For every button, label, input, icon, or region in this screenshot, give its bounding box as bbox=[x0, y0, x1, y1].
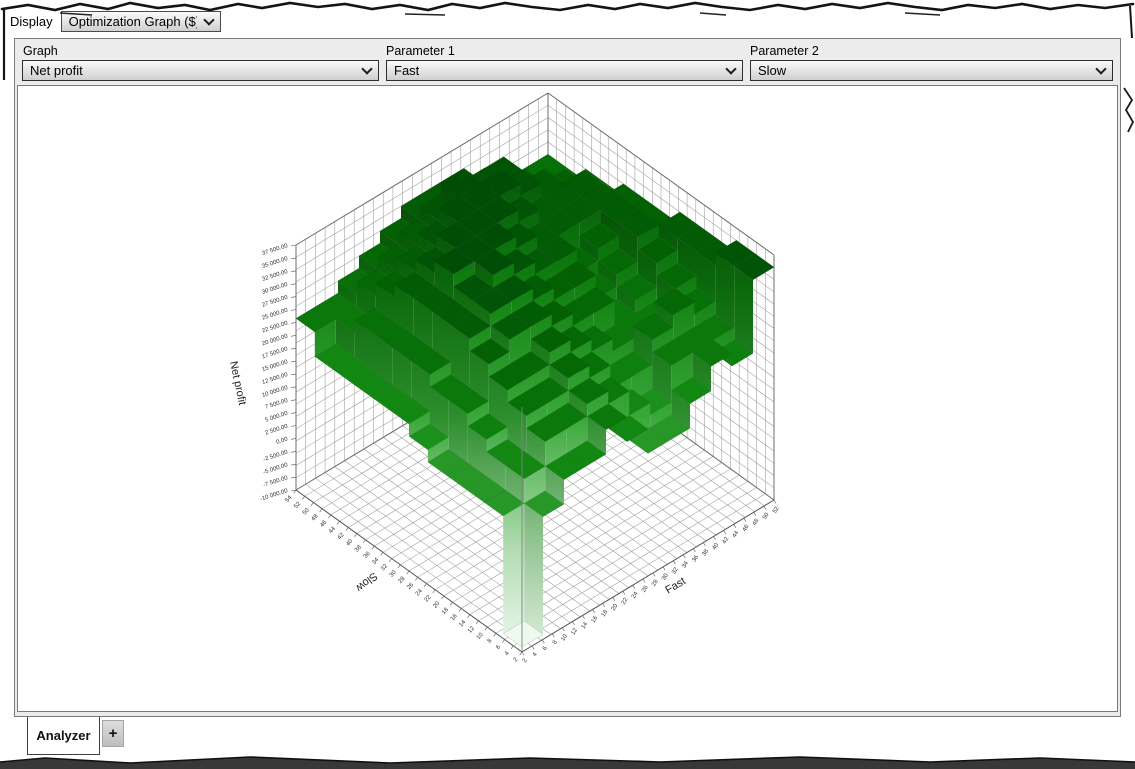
display-dropdown-value: Optimization Graph ($) bbox=[69, 14, 197, 29]
graph-dropdown[interactable]: Net profit bbox=[22, 60, 379, 81]
svg-text:22: 22 bbox=[424, 594, 433, 603]
svg-text:8: 8 bbox=[552, 639, 559, 646]
svg-text:42: 42 bbox=[722, 536, 731, 545]
app-window: Display Optimization Graph ($) Graph Net… bbox=[0, 0, 1135, 769]
optimization-graph-area[interactable]: 37 500.0035 000.0032 500.0030 000.0027 5… bbox=[17, 85, 1118, 712]
settings-panel: Graph Net profit Parameter 1 Fast Parame… bbox=[14, 38, 1121, 717]
svg-text:18: 18 bbox=[441, 607, 450, 616]
svg-text:40: 40 bbox=[345, 538, 354, 547]
svg-text:-2 500.00: -2 500.00 bbox=[263, 449, 290, 463]
chevron-down-icon bbox=[361, 63, 372, 74]
svg-text:20 000.00: 20 000.00 bbox=[261, 333, 289, 347]
svg-text:32 500.00: 32 500.00 bbox=[261, 269, 289, 283]
svg-text:0.00: 0.00 bbox=[276, 436, 290, 446]
svg-text:10: 10 bbox=[476, 631, 485, 640]
svg-text:26: 26 bbox=[406, 582, 415, 591]
svg-text:8: 8 bbox=[487, 638, 494, 645]
add-tab-button[interactable]: + bbox=[102, 720, 124, 747]
svg-text:4: 4 bbox=[504, 650, 511, 657]
display-dropdown[interactable]: Optimization Graph ($) bbox=[61, 11, 221, 32]
svg-text:22 500.00: 22 500.00 bbox=[261, 320, 289, 334]
svg-text:36: 36 bbox=[691, 554, 700, 563]
svg-text:20: 20 bbox=[432, 600, 441, 609]
display-label: Display bbox=[10, 14, 53, 29]
svg-text:16: 16 bbox=[450, 613, 459, 622]
svg-text:22: 22 bbox=[621, 597, 630, 606]
svg-text:12: 12 bbox=[467, 625, 476, 634]
chevron-down-icon bbox=[725, 63, 736, 74]
svg-text:14: 14 bbox=[458, 619, 467, 628]
svg-text:42: 42 bbox=[337, 532, 346, 541]
svg-text:26: 26 bbox=[641, 584, 650, 593]
svg-text:2: 2 bbox=[513, 656, 520, 663]
chevron-down-icon bbox=[1095, 63, 1106, 74]
svg-text:24: 24 bbox=[631, 590, 640, 599]
svg-text:25 000.00: 25 000.00 bbox=[261, 307, 289, 321]
chevron-down-icon bbox=[203, 14, 214, 25]
svg-text:6: 6 bbox=[495, 644, 502, 651]
parameter2-label: Parameter 2 bbox=[750, 44, 819, 58]
tab-analyzer[interactable]: Analyzer bbox=[27, 717, 100, 755]
svg-text:10 000.00: 10 000.00 bbox=[261, 385, 289, 399]
svg-text:46: 46 bbox=[742, 524, 751, 533]
svg-text:38: 38 bbox=[354, 544, 363, 553]
graph-label: Graph bbox=[23, 44, 58, 58]
svg-text:10: 10 bbox=[560, 633, 569, 642]
svg-text:28: 28 bbox=[651, 578, 660, 587]
svg-text:34: 34 bbox=[681, 560, 690, 569]
svg-text:54: 54 bbox=[285, 494, 294, 503]
svg-text:14: 14 bbox=[581, 621, 590, 630]
svg-text:30: 30 bbox=[661, 572, 670, 581]
svg-text:12: 12 bbox=[570, 627, 579, 636]
svg-text:34: 34 bbox=[371, 557, 380, 566]
svg-text:52: 52 bbox=[293, 501, 302, 510]
svg-text:28: 28 bbox=[398, 575, 407, 584]
svg-text:36: 36 bbox=[363, 550, 372, 559]
z-axis-title: Net profit bbox=[227, 360, 248, 406]
svg-text:35 000.00: 35 000.00 bbox=[261, 256, 289, 270]
svg-text:46: 46 bbox=[319, 519, 328, 528]
svg-text:32: 32 bbox=[671, 566, 680, 575]
parameter2-dropdown[interactable]: Slow bbox=[750, 60, 1113, 81]
svg-text:44: 44 bbox=[732, 530, 741, 539]
display-row: Display Optimization Graph ($) bbox=[10, 11, 221, 32]
svg-text:6: 6 bbox=[542, 645, 549, 652]
slow-axis-title: Slow bbox=[353, 570, 379, 594]
svg-text:24: 24 bbox=[415, 588, 424, 597]
graph-dropdown-value: Net profit bbox=[30, 63, 83, 78]
svg-text:18: 18 bbox=[601, 609, 610, 618]
svg-text:44: 44 bbox=[328, 526, 337, 535]
svg-text:27 500.00: 27 500.00 bbox=[261, 295, 289, 309]
svg-text:50: 50 bbox=[302, 507, 311, 516]
svg-text:7 500.00: 7 500.00 bbox=[265, 398, 290, 411]
svg-text:30: 30 bbox=[389, 569, 398, 578]
svg-text:37 500.00: 37 500.00 bbox=[261, 243, 289, 257]
parameter1-dropdown[interactable]: Fast bbox=[386, 60, 743, 81]
svg-text:16: 16 bbox=[591, 615, 600, 624]
svg-text:40: 40 bbox=[712, 542, 721, 551]
parameter1-label: Parameter 1 bbox=[386, 44, 455, 58]
svg-text:38: 38 bbox=[701, 548, 710, 557]
svg-text:50: 50 bbox=[762, 511, 771, 520]
svg-text:15 000.00: 15 000.00 bbox=[261, 359, 289, 373]
svg-text:48: 48 bbox=[311, 513, 320, 522]
parameter2-dropdown-value: Slow bbox=[758, 63, 786, 78]
svg-text:-7 500.00: -7 500.00 bbox=[263, 475, 290, 489]
svg-text:48: 48 bbox=[752, 518, 761, 527]
svg-text:20: 20 bbox=[611, 603, 620, 612]
svg-text:32: 32 bbox=[380, 563, 389, 572]
svg-text:30 000.00: 30 000.00 bbox=[261, 282, 289, 296]
svg-text:-5 000.00: -5 000.00 bbox=[263, 462, 290, 476]
svg-text:2: 2 bbox=[522, 657, 529, 664]
svg-text:5 000.00: 5 000.00 bbox=[265, 411, 290, 424]
svg-text:17 500.00: 17 500.00 bbox=[261, 346, 289, 360]
svg-text:52: 52 bbox=[772, 505, 781, 514]
svg-text:2 500.00: 2 500.00 bbox=[265, 423, 290, 436]
surface-plot-canvas[interactable]: 37 500.0035 000.0032 500.0030 000.0027 5… bbox=[18, 86, 1117, 711]
parameter1-dropdown-value: Fast bbox=[394, 63, 419, 78]
svg-text:12 500.00: 12 500.00 bbox=[261, 372, 289, 386]
svg-text:4: 4 bbox=[532, 651, 539, 658]
